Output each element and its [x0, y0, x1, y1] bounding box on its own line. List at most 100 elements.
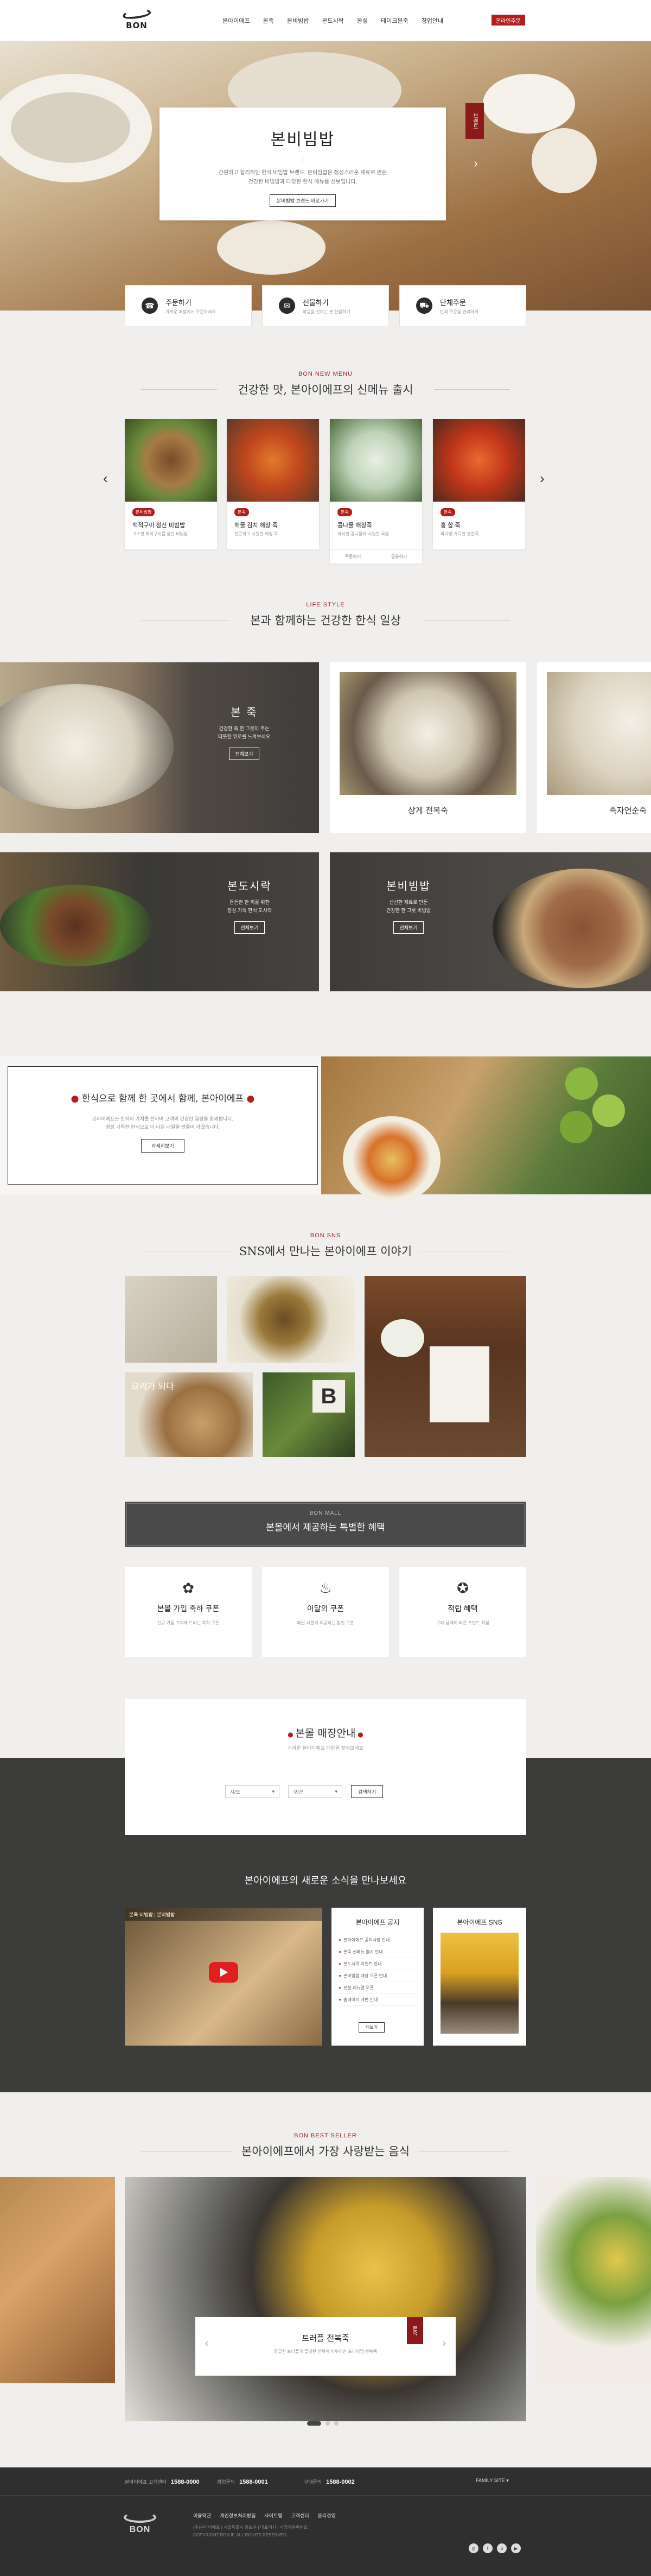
nav-item-takebonjuk[interactable]: 테이크본죽 — [381, 16, 409, 25]
menu-card-name: 콩나물 해장죽 — [337, 522, 372, 529]
quick-gift[interactable]: ✉ 선물하기 마음을 전하는 본 선물하기 — [262, 285, 389, 326]
nav-item-bonjuk[interactable]: 본죽 — [263, 16, 274, 25]
store-finder-title-text: 본몰 매장안내 — [295, 1727, 356, 1739]
sns-post-image[interactable] — [227, 1276, 355, 1363]
bonjuk-view-all-button[interactable]: 전체보기 — [229, 748, 259, 760]
footer-link[interactable]: 개인정보처리방침 — [220, 2512, 256, 2519]
instagram-icon[interactable]: ◎ — [469, 2543, 478, 2553]
sns-post-image[interactable] — [125, 1276, 217, 1363]
best-main-image — [125, 2177, 526, 2421]
menu-share-link[interactable]: 공유하기 — [391, 554, 407, 560]
notice-item[interactable]: 홈페이지 개편 안내 — [339, 1994, 416, 2006]
benefit-card[interactable]: ♨ 이달의 쿠폰 매달 새롭게 제공되는 할인 쿠폰 — [262, 1567, 389, 1657]
family-site-select[interactable]: FAMILY SITE ▾ — [476, 2478, 509, 2484]
bonbibim-image — [493, 869, 651, 988]
best-next-arrow-icon[interactable]: › — [443, 2338, 446, 2349]
bonbibim-feature[interactable]: 본비빔밥 신선한 재료로 만든 건강한 한 그릇 비빔밥 전체보기 — [330, 852, 651, 991]
lifestyle-card-caption: 족자연순죽 — [609, 806, 647, 815]
bonbibim-view-all-button[interactable]: 전체보기 — [393, 921, 424, 934]
notice-item[interactable]: 본도시락 이벤트 안내 — [339, 1958, 416, 1970]
pagination-dot[interactable] — [326, 2421, 330, 2426]
menu-card[interactable]: 본비빔밥 맥적구이 정산 비빔밥 고소한 맥적구이를 올린 비빔밥 — [125, 419, 217, 549]
best-side-image-right[interactable] — [536, 2177, 651, 2383]
footer-logo[interactable]: BON — [124, 2512, 156, 2535]
hero-title: 본비빔밥 — [270, 130, 335, 149]
brand-story-desc-line2: 정성 가득한 한식으로 더 나은 내일을 만들어 가겠습니다. — [105, 1124, 220, 1130]
video-title: 본죽 비빔밥 | 본비빔밥 — [125, 1908, 322, 1921]
nav-item-bonbibim[interactable]: 본비빔밥 — [287, 16, 309, 25]
footer-link[interactable]: 고객센터 — [291, 2512, 309, 2519]
lifestyle-title: 본과 함께하는 건강한 한식 일상 — [250, 614, 401, 627]
footer-link[interactable]: 사이트맵 — [264, 2512, 282, 2519]
notice-more-button[interactable]: 더보기 — [359, 2022, 385, 2033]
notice-item[interactable]: 본설 리뉴얼 오픈 — [339, 1982, 416, 1994]
district-select[interactable]: 구/군 ▾ — [288, 1785, 342, 1798]
bondosirak-title: 본도시락 — [227, 879, 272, 893]
youtube-icon[interactable]: ▶ — [511, 2543, 521, 2553]
menu-card-image — [433, 419, 525, 502]
hero-prev-arrow-icon[interactable]: ‹ — [167, 157, 179, 169]
footer-link[interactable]: 윤리경영 — [318, 2512, 336, 2519]
nav-item-bonif[interactable]: 본아이에프 — [222, 16, 250, 25]
best-side-image-left[interactable] — [0, 2177, 115, 2383]
benefit-card[interactable]: ✪ 적립 혜택 구매 금액에 따른 포인트 적립 — [399, 1567, 526, 1657]
hero-more-button[interactable]: 본비빔밥 브랜드 바로가기 — [269, 194, 336, 207]
benefit-card[interactable]: ✿ 본몰 가입 축하 쿠폰 신규 가입 고객께 드리는 축하 쿠폰 — [125, 1567, 252, 1657]
store-search-button[interactable]: 검색하기 — [351, 1785, 384, 1798]
video-player[interactable]: 본죽 비빔밥 | 본비빔밥 — [125, 1908, 322, 2046]
lifestyle-card[interactable]: 상게 전복죽 — [330, 662, 526, 833]
sns-post-image[interactable]: B — [263, 1372, 355, 1457]
best-prev-arrow-icon[interactable]: ‹ — [205, 2338, 208, 2349]
nav-item-startup[interactable]: 창업안내 — [422, 16, 443, 25]
bondosirak-view-all-button[interactable]: 전체보기 — [234, 921, 265, 934]
menu-card[interactable]: 본죽 해물 김치 해장 죽 얼큰하고 시원한 해장 죽 — [227, 419, 319, 549]
footer-phone: 본아이에프 고객센터 1588-0000 — [125, 2478, 200, 2485]
notice-item[interactable]: 본비빔밥 매장 오픈 안내 — [339, 1970, 416, 1982]
pagination-dot[interactable] — [334, 2421, 339, 2426]
menu-card-active[interactable]: 본죽 콩나물 해장죽 아삭한 콩나물과 시원한 국물 주문하기 공유하기 — [330, 419, 422, 564]
hero-next-arrow-icon[interactable]: › — [470, 157, 482, 169]
menu-order-link[interactable]: 주문하기 — [345, 554, 361, 560]
bondosirak-desc: 든든한 한 끼를 위한 정성 가득 한식 도시락 — [206, 898, 293, 915]
quick-order[interactable]: ☎ 주문하기 가까운 매장에서 주문하세요 — [125, 285, 252, 326]
nav-item-bonseol[interactable]: 본설 — [357, 16, 368, 25]
facebook-icon[interactable]: f — [483, 2543, 493, 2553]
menu-card[interactable]: 본죽 홍 합 죽 바다향 가득한 홍합죽 — [433, 419, 525, 549]
bonjuk-feature[interactable]: 본 죽 건강한 죽 한 그릇이 주는 따뜻한 위로를 느껴보세요 전체보기 — [0, 662, 319, 833]
footer-phone-number: 1588-0001 — [239, 2478, 268, 2485]
bonbibim-desc: 신선한 재료로 만든 건강한 한 그릇 비빔밥 — [362, 898, 455, 915]
menu-card-name: 해물 김치 해장 죽 — [234, 522, 278, 529]
sns-post-image[interactable]: 요리가 되다 — [125, 1372, 253, 1457]
bonmall-banner: BON MALL 본몰에서 제공하는 특별한 혜택 — [125, 1502, 526, 1547]
brand-story-more-button[interactable]: 자세히보기 — [141, 1139, 184, 1153]
region-select[interactable]: 시/도 ▾ — [225, 1785, 279, 1798]
brand-story-desc-line1: 본아이에프는 한식의 가치를 전하며 고객의 건강한 일상을 함께합니다. — [92, 1116, 234, 1122]
sns-panel-image[interactable] — [441, 1933, 519, 2034]
notice-item[interactable]: 본죽 신메뉴 출시 안내 — [339, 1946, 416, 1958]
logo-mark-icon — [122, 7, 151, 21]
footer-link[interactable]: 이용약관 — [193, 2512, 211, 2519]
bonbibim-desc-line2: 건강한 한 그릇 비빔밥 — [386, 908, 431, 913]
menu-card-badge: 본죽 — [441, 508, 455, 516]
pagination-dot-active[interactable] — [307, 2421, 321, 2426]
bondosirak-feature[interactable]: 본도시락 든든한 한 끼를 위한 정성 가득 한식 도시락 전체보기 — [0, 852, 319, 991]
menu-card-name: 홍 합 죽 — [441, 522, 461, 529]
sns-panel-title: 본아이에프 SNS — [457, 1919, 502, 1926]
online-order-button[interactable]: 온라인주문 — [492, 15, 525, 26]
chevron-down-icon: ▾ — [272, 1788, 275, 1794]
quick-gift-title: 선물하기 — [303, 298, 329, 307]
notice-item[interactable]: 본아이에프 공지사항 안내 — [339, 1934, 416, 1946]
quick-group-order[interactable]: ⛟ 단체주문 단체 주문을 편리하게 — [399, 285, 526, 326]
lifestyle-card[interactable]: 족자연순죽 — [537, 662, 651, 833]
best-label: BON BEST SELLER — [294, 2132, 357, 2139]
sns-post-image[interactable] — [365, 1276, 526, 1457]
blog-icon[interactable]: b — [497, 2543, 507, 2553]
menu-prev-arrow-icon[interactable]: ‹ — [103, 470, 108, 487]
footer-logo-text: BON — [129, 2525, 151, 2534]
menu-next-arrow-icon[interactable]: › — [540, 470, 545, 487]
brand-logo[interactable]: BON — [120, 7, 153, 33]
footer-phone-label: 창업문의 — [217, 2479, 235, 2485]
play-icon[interactable] — [209, 1962, 238, 1983]
lime-image — [592, 1094, 625, 1127]
nav-item-bondosirak[interactable]: 본도시락 — [322, 16, 343, 25]
